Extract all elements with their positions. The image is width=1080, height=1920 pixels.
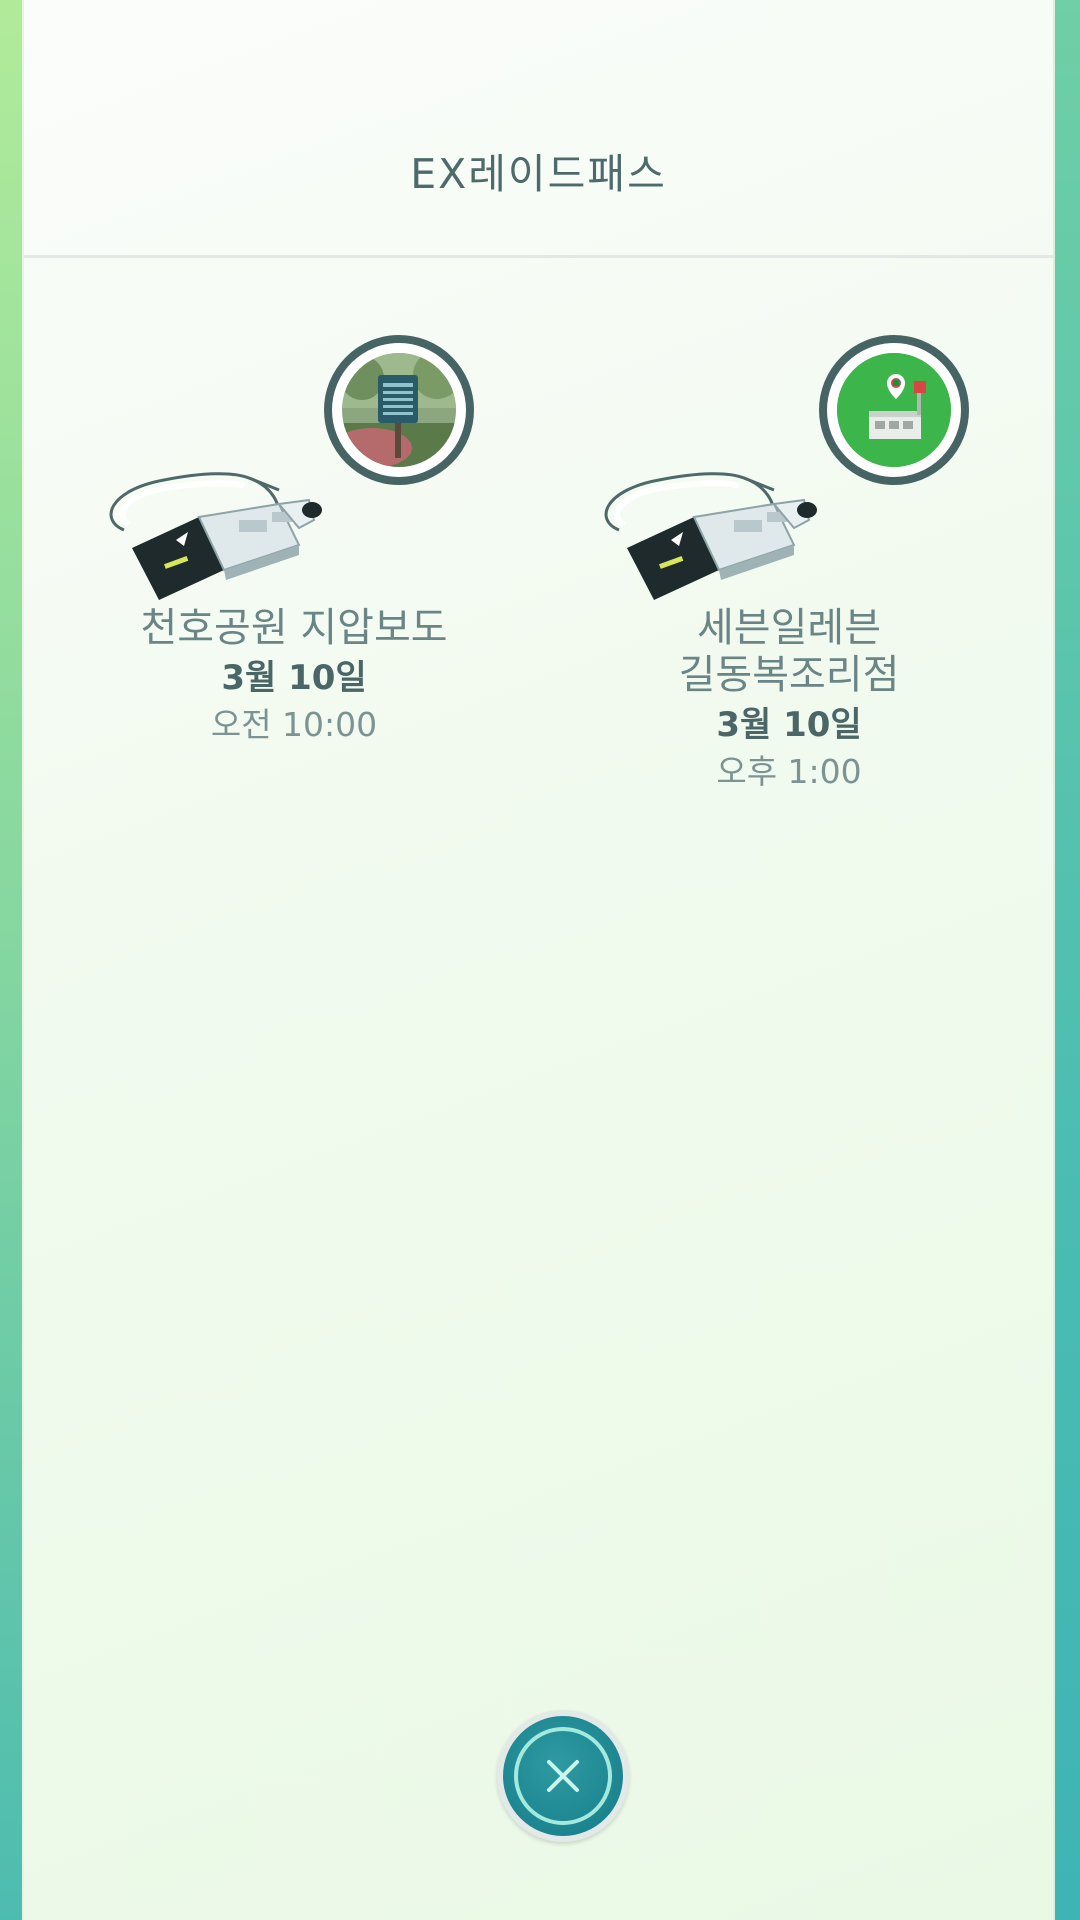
- close-button[interactable]: [497, 1710, 629, 1842]
- gym-photo: [837, 353, 951, 467]
- close-button-face: [503, 1716, 623, 1836]
- background-edge: [1055, 0, 1080, 1920]
- pass-time: 오전 10:00: [210, 705, 378, 744]
- header-divider: [24, 255, 1053, 258]
- gym-name: 천호공원 지압보도: [140, 605, 448, 651]
- close-icon: [547, 1760, 579, 1792]
- gym-name-line2: 길동복조리점: [678, 652, 900, 698]
- gym-name: 세븐일레븐: [697, 605, 881, 651]
- raid-pass-icon: [109, 472, 322, 600]
- pass-date: 3월 10일: [221, 658, 367, 698]
- pass-time: 오후 1:00: [716, 752, 862, 791]
- ex-raid-pass-panel: EX레이드패스 천호공원 지압보도 3월 10일 오전 10:00 세븐일레븐 …: [22, 0, 1055, 1920]
- pass-info: 세븐일레븐 길동복조리점 3월 10일 오후 1:00: [579, 605, 999, 795]
- pass-info: 천호공원 지압보도 3월 10일 오전 10:00: [84, 605, 504, 748]
- page-title: EX레이드패스: [410, 150, 667, 198]
- gym-photo: [342, 353, 456, 467]
- pass-date: 3월 10일: [716, 705, 862, 745]
- raid-pass-icon: [604, 472, 817, 600]
- gym-photo-ring: [324, 335, 474, 485]
- gym-photo-ring: [819, 335, 969, 485]
